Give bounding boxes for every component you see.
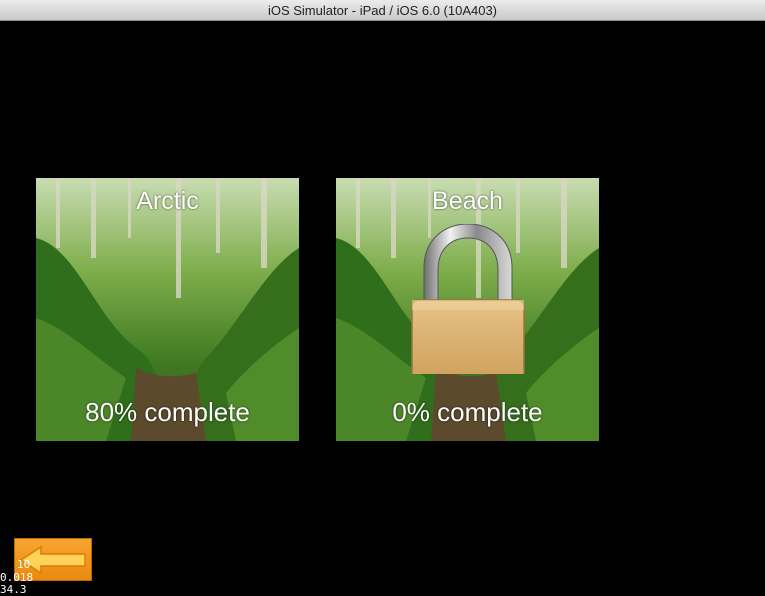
draw-calls-counter: 10: [17, 558, 31, 571]
padlock-icon: [411, 224, 525, 374]
level-title: Beach: [432, 187, 503, 215]
level-progress-label: 80% complete: [85, 397, 250, 427]
simulator-window: iOS Simulator - iPad / iOS 6.0 (10A403): [0, 0, 765, 596]
level-tile-arctic[interactable]: Arctic 80% complete: [36, 178, 299, 441]
level-tile-beach[interactable]: Beach 0% complete: [336, 178, 599, 441]
level-progress-label: 0% complete: [392, 397, 543, 427]
game-screen: Arctic 80% complete Beach 0% complete 10…: [0, 21, 765, 596]
window-title: iOS Simulator - iPad / iOS 6.0 (10A403): [0, 0, 765, 21]
fps-counter: 34.3: [0, 583, 27, 596]
seconds-per-frame-counter: 0.018: [0, 571, 34, 584]
level-title: Arctic: [136, 187, 199, 215]
